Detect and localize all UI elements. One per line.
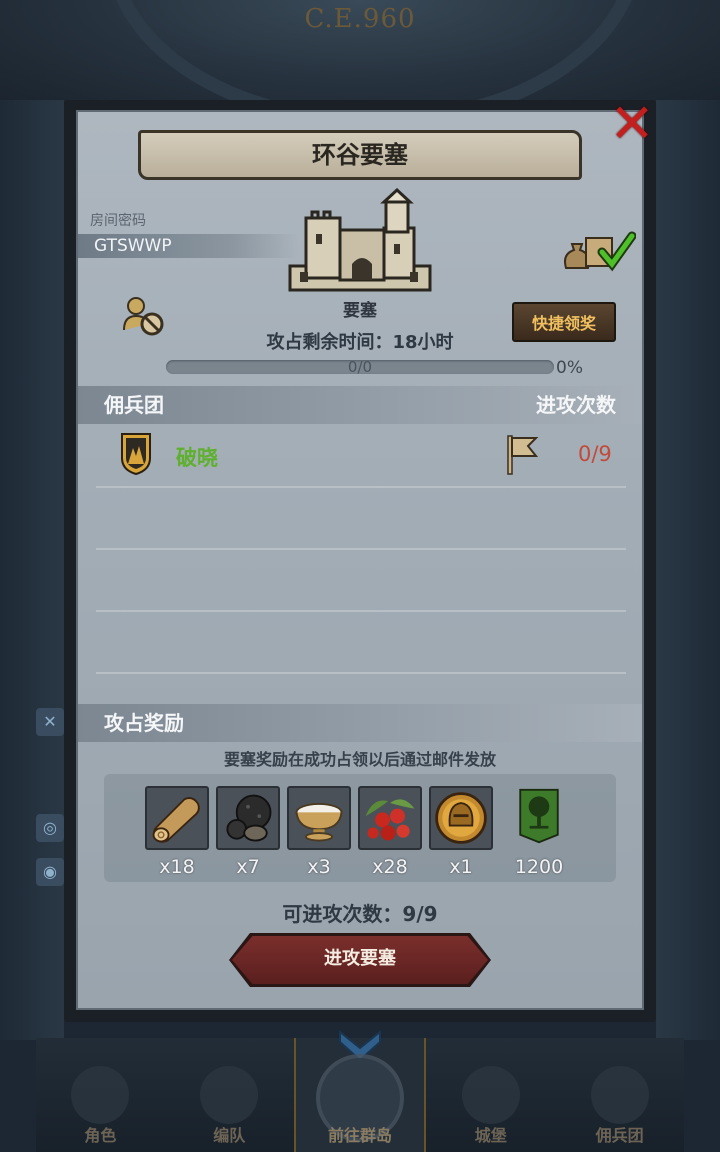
berries-icon [365, 799, 415, 841]
reward-slot [145, 786, 209, 850]
crossed-swords-icon: ✕ [36, 708, 64, 736]
building-type-label: 要塞 [343, 301, 377, 321]
wood-log-icon [152, 797, 200, 843]
medal-icon: ◉ [36, 858, 64, 886]
bottom-nav: 角色 编队 前往群岛 城堡 佣兵团 [36, 1030, 684, 1152]
mercenary-section-header: 佣兵团 进攻次数 [78, 386, 642, 424]
loot-bags-checked-icon[interactable] [562, 228, 636, 272]
target-icon: ◎ [36, 814, 64, 842]
nav-label: 城堡 [474, 1126, 507, 1145]
reward-item[interactable]: x18 [144, 786, 210, 878]
guild-name[interactable]: 破晓 [176, 442, 218, 472]
reward-qty: 1200 [514, 856, 564, 878]
row-divider [96, 672, 626, 674]
nav-formation[interactable]: 编队 [165, 1038, 294, 1152]
progress-text: 0/0 [347, 358, 373, 376]
guild-attack-count: 0/9 [578, 442, 612, 466]
no-user-icon [123, 297, 164, 336]
nav-label: 前往群岛 [327, 1126, 392, 1145]
quick-claim-button[interactable]: 快捷领奖 [512, 302, 616, 342]
reward-header-label: 攻占奖励 [104, 711, 184, 735]
reward-item[interactable]: x28 [357, 786, 423, 878]
reward-slot [507, 786, 571, 850]
popup-title: 环谷要塞 [138, 130, 582, 180]
flag-icon [507, 435, 539, 475]
capture-progress-bar: 0/0 [166, 358, 554, 376]
nav-castle[interactable]: 城堡 [426, 1038, 555, 1152]
reward-item[interactable]: x1 [428, 786, 494, 878]
reward-qty: x28 [372, 856, 408, 878]
reward-qty: x3 [307, 856, 331, 878]
guild-shield-icon [121, 433, 151, 476]
row-divider [96, 610, 626, 612]
knight-icon [71, 1066, 130, 1124]
reward-section-header: 攻占奖励 [78, 704, 642, 742]
reward-qty: x1 [449, 856, 473, 878]
right-side-panel [656, 100, 720, 1040]
row-divider [96, 548, 626, 550]
nav-character[interactable]: 角色 [36, 1038, 165, 1152]
reward-slot [287, 786, 351, 850]
reward-note: 要塞奖励在成功占领以后通过邮件发放 [223, 750, 496, 769]
row-divider [96, 486, 626, 488]
era-label: C.E.960 [304, 4, 416, 34]
attack-fortress-button[interactable]: 进攻要塞 [232, 936, 488, 984]
time-remaining: 攻占剩余时间：18小时 [266, 332, 454, 353]
reward-slot [429, 786, 493, 850]
helmet-icon [200, 1066, 259, 1124]
left-side-panel [0, 100, 64, 1040]
reward-qty: x18 [159, 856, 195, 878]
nav-islands[interactable]: 前往群岛 [293, 1030, 427, 1152]
room-code-value: GTSWWP [78, 234, 298, 258]
reward-item[interactable]: x7 [215, 786, 281, 878]
nav-label: 佣兵团 [595, 1126, 644, 1145]
reward-slot [358, 786, 422, 850]
close-icon[interactable]: ✕ [606, 97, 658, 151]
mercenary-header-label: 佣兵团 [104, 393, 164, 417]
attack-count-header-label: 进攻次数 [536, 393, 616, 417]
truffle-icon [226, 794, 272, 842]
available-attacks: 可进攻次数：9/9 [282, 902, 438, 926]
tree-banner-icon [519, 788, 559, 844]
nav-label: 编队 [213, 1126, 246, 1145]
milk-bowl-icon [295, 803, 343, 842]
sword-icon [590, 1066, 649, 1124]
nav-label: 角色 [84, 1126, 117, 1145]
reward-item[interactable]: 1200 [506, 786, 572, 878]
castle-icon [461, 1066, 520, 1124]
nav-mercenary[interactable]: 佣兵团 [555, 1038, 684, 1152]
progress-percent: 0% [556, 358, 583, 378]
reward-item[interactable]: x3 [286, 786, 352, 878]
knight-helmet-medal-icon [435, 792, 487, 844]
room-code-label: 房间密码 [90, 213, 146, 229]
fortress-icon [288, 188, 432, 292]
reward-qty: x7 [236, 856, 260, 878]
reward-slot [216, 786, 280, 850]
